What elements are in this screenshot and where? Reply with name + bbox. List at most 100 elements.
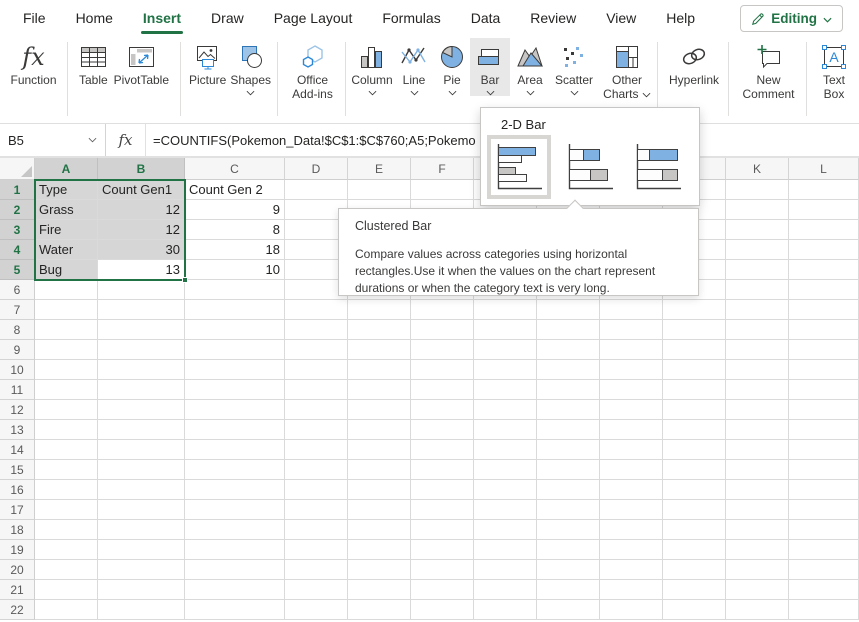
cell-B1[interactable]: Count Gen1 [98, 180, 185, 200]
cell-E20[interactable] [348, 560, 411, 580]
cell-G10[interactable] [474, 360, 537, 380]
column-header-B[interactable]: B [98, 158, 185, 180]
row-header-14[interactable]: 14 [0, 440, 35, 460]
tab-view[interactable]: View [591, 1, 651, 35]
cell-L7[interactable] [789, 300, 859, 320]
cell-F12[interactable] [411, 400, 474, 420]
row-header-8[interactable]: 8 [0, 320, 35, 340]
cell-C9[interactable] [185, 340, 285, 360]
cell-C4[interactable]: 18 [185, 240, 285, 260]
cell-F13[interactable] [411, 420, 474, 440]
cell-I12[interactable] [600, 400, 663, 420]
cell-G17[interactable] [474, 500, 537, 520]
cell-B13[interactable] [98, 420, 185, 440]
cell-D14[interactable] [285, 440, 348, 460]
cell-K22[interactable] [726, 600, 789, 620]
cell-H18[interactable] [537, 520, 600, 540]
cell-C15[interactable] [185, 460, 285, 480]
cell-A1[interactable]: Type [35, 180, 98, 200]
cell-L5[interactable] [789, 260, 859, 280]
cell-J12[interactable] [663, 400, 726, 420]
cell-G9[interactable] [474, 340, 537, 360]
cell-L11[interactable] [789, 380, 859, 400]
tab-page-layout[interactable]: Page Layout [259, 1, 368, 35]
cell-H9[interactable] [537, 340, 600, 360]
cell-E12[interactable] [348, 400, 411, 420]
cell-I18[interactable] [600, 520, 663, 540]
row-header-20[interactable]: 20 [0, 560, 35, 580]
area-chart-button[interactable]: Area [510, 38, 550, 96]
cell-K10[interactable] [726, 360, 789, 380]
cell-I21[interactable] [600, 580, 663, 600]
cell-D20[interactable] [285, 560, 348, 580]
cell-C6[interactable] [185, 280, 285, 300]
cell-F10[interactable] [411, 360, 474, 380]
cell-K11[interactable] [726, 380, 789, 400]
cell-A11[interactable] [35, 380, 98, 400]
cell-C22[interactable] [185, 600, 285, 620]
cell-K20[interactable] [726, 560, 789, 580]
cell-L19[interactable] [789, 540, 859, 560]
cell-J17[interactable] [663, 500, 726, 520]
cell-E9[interactable] [348, 340, 411, 360]
cell-C18[interactable] [185, 520, 285, 540]
cell-A3[interactable]: Fire [35, 220, 98, 240]
cell-B11[interactable] [98, 380, 185, 400]
cell-C10[interactable] [185, 360, 285, 380]
column-header-K[interactable]: K [726, 158, 789, 180]
cell-C14[interactable] [185, 440, 285, 460]
picture-button[interactable]: Picture [189, 38, 226, 87]
cell-G20[interactable] [474, 560, 537, 580]
cell-A12[interactable] [35, 400, 98, 420]
cell-L18[interactable] [789, 520, 859, 540]
cell-J22[interactable] [663, 600, 726, 620]
cell-A6[interactable] [35, 280, 98, 300]
cell-E16[interactable] [348, 480, 411, 500]
cell-E10[interactable] [348, 360, 411, 380]
cell-J8[interactable] [663, 320, 726, 340]
cell-E17[interactable] [348, 500, 411, 520]
tab-file[interactable]: File [8, 1, 61, 35]
cell-L16[interactable] [789, 480, 859, 500]
cell-K18[interactable] [726, 520, 789, 540]
tab-help[interactable]: Help [651, 1, 710, 35]
cell-B17[interactable] [98, 500, 185, 520]
cell-I22[interactable] [600, 600, 663, 620]
cell-F20[interactable] [411, 560, 474, 580]
cell-K16[interactable] [726, 480, 789, 500]
cell-C13[interactable] [185, 420, 285, 440]
cell-A15[interactable] [35, 460, 98, 480]
cell-B22[interactable] [98, 600, 185, 620]
cell-J13[interactable] [663, 420, 726, 440]
cell-G21[interactable] [474, 580, 537, 600]
cell-H14[interactable] [537, 440, 600, 460]
cell-I15[interactable] [600, 460, 663, 480]
function-button[interactable]: fx Function [10, 38, 56, 87]
cell-B19[interactable] [98, 540, 185, 560]
cell-A19[interactable] [35, 540, 98, 560]
cell-H8[interactable] [537, 320, 600, 340]
cell-G15[interactable] [474, 460, 537, 480]
row-header-19[interactable]: 19 [0, 540, 35, 560]
cell-B12[interactable] [98, 400, 185, 420]
cell-B6[interactable] [98, 280, 185, 300]
row-header-10[interactable]: 10 [0, 360, 35, 380]
cell-A4[interactable]: Water [35, 240, 98, 260]
cell-D22[interactable] [285, 600, 348, 620]
cell-F22[interactable] [411, 600, 474, 620]
cell-K6[interactable] [726, 280, 789, 300]
cell-L8[interactable] [789, 320, 859, 340]
cell-A22[interactable] [35, 600, 98, 620]
cell-G7[interactable] [474, 300, 537, 320]
cell-H16[interactable] [537, 480, 600, 500]
cell-H19[interactable] [537, 540, 600, 560]
cell-H7[interactable] [537, 300, 600, 320]
column-header-F[interactable]: F [411, 158, 474, 180]
cell-B8[interactable] [98, 320, 185, 340]
cell-F21[interactable] [411, 580, 474, 600]
cell-G16[interactable] [474, 480, 537, 500]
cell-L22[interactable] [789, 600, 859, 620]
cell-G11[interactable] [474, 380, 537, 400]
cell-A21[interactable] [35, 580, 98, 600]
column-chart-button[interactable]: Column [350, 38, 394, 96]
